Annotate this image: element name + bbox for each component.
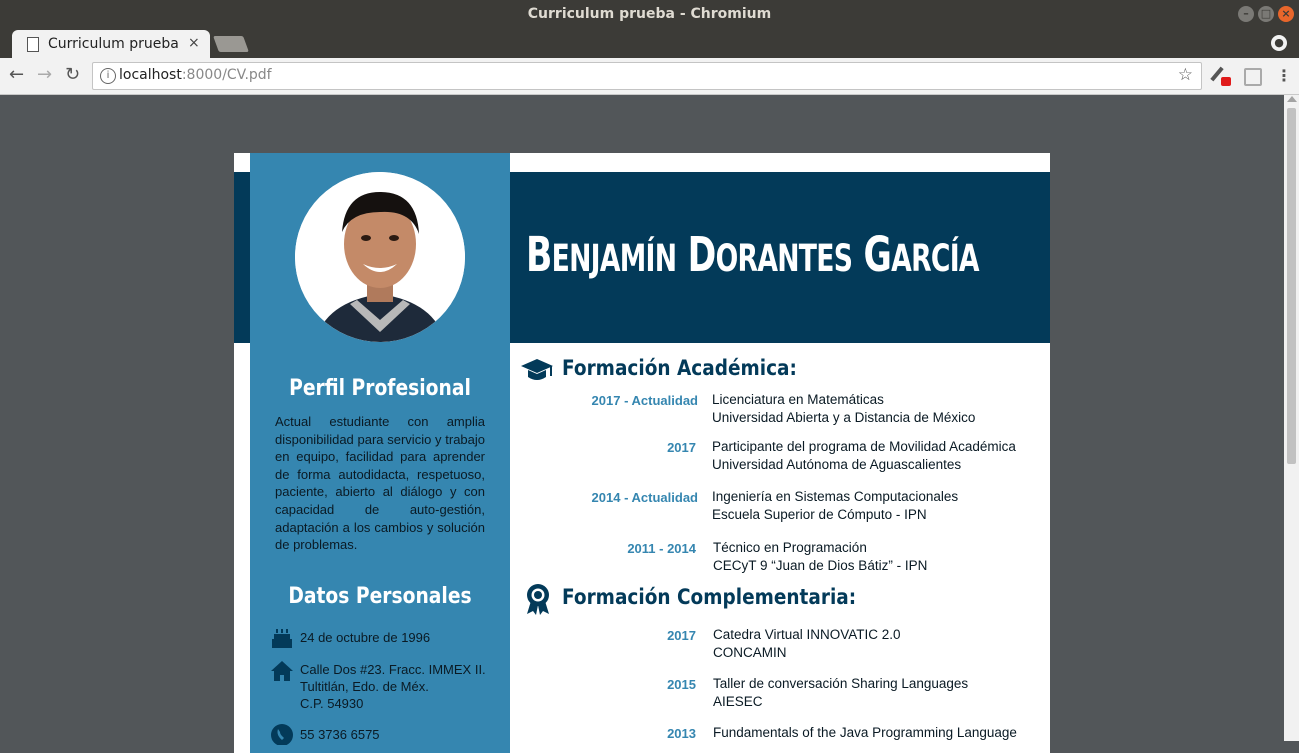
cv-name: BENJAMÍN DORANTES GARCÍA [526,227,980,283]
complementaria-date-1: 2017 [667,628,696,643]
new-tab-button[interactable] [213,36,249,52]
url-text[interactable]: localhost:8000/CV.pdf [119,67,272,83]
close-window-button[interactable]: × [1278,6,1294,22]
window-titlebar: Curriculum prueba - Chromium – □ × [0,0,1299,28]
profile-photo [295,172,465,342]
minimize-button[interactable]: – [1238,6,1254,22]
phone-text: 55 3736 6575 [300,727,380,742]
tab-strip: Curriculum prueba × [0,28,1299,58]
maximize-button[interactable]: □ [1258,6,1274,22]
award-ribbon-icon [527,584,549,615]
window-title: Curriculum prueba - Chromium [527,6,772,22]
address-line-2: Tultitlán, Edo. de Méx. [300,679,429,694]
document-icon [27,37,39,52]
complementaria-entry-3: Fundamentals of the Java Programming Lan… [713,725,1017,740]
complementaria-entry-2: Taller de conversación Sharing Languages… [713,676,969,709]
forward-button[interactable]: → [37,64,52,85]
profile-icon[interactable]: ● [1271,35,1287,51]
perfil-text: Actual estudiante con amplia disponibili… [275,414,485,553]
close-icon: × [1281,7,1291,20]
extension-copy-icon[interactable] [1244,68,1262,86]
url-host: localhost [119,67,182,83]
academica-date-4: 2011 - 2014 [627,541,696,556]
cake-icon [272,629,292,648]
birthday-row: 24 de octubre de 1996 [270,627,500,649]
academica-heading: Formación Académica: [562,356,797,380]
academica-entry-2: Participante del programa de Movilidad A… [712,439,1016,472]
address-line-3: C.P. 54930 [300,696,364,711]
scrollbar-thumb[interactable] [1287,108,1296,464]
info-icon[interactable]: i [100,68,116,84]
academica-entry-3: Ingeniería en Sistemas Computacionales Es… [712,489,959,522]
birthday-text: 24 de octubre de 1996 [300,630,431,645]
graduation-cap-icon [521,359,553,380]
complementaria-date-3: 2013 [667,726,696,741]
address-line-1: Calle Dos #23. Fracc. IMMEX II. [300,662,486,677]
browser-menu-button[interactable]: ⋮ [1276,66,1292,85]
maximize-icon: □ [1260,7,1272,20]
pdf-page: Perfil Profesional Actual estudiante con… [234,153,1050,753]
bookmark-star-icon[interactable]: ☆ [1178,65,1193,85]
minimize-icon: – [1243,7,1249,20]
cv-sidebar: Perfil Profesional Actual estudiante con… [250,153,510,753]
address-bar[interactable]: i localhost:8000/CV.pdf ☆ [92,62,1202,90]
academica-entry-1: Licenciatura en Matemáticas Universidad A… [712,392,976,425]
academica-date-1: 2017 - Actualidad [591,393,698,408]
address-row: Calle Dos #23. Fracc. IMMEX II. Tultitlá… [270,660,500,712]
tab-close-icon[interactable]: × [188,35,200,51]
url-path: :8000/CV.pdf [181,67,272,83]
scroll-up-arrow-icon[interactable] [1287,96,1297,102]
academica-date-2: 2017 [667,440,696,455]
phone-row: 55 3736 6575 [270,723,500,745]
tab-curriculum[interactable]: Curriculum prueba × [12,30,210,58]
complementaria-heading: Formación Complementaria: [562,585,857,609]
datos-heading: Datos Personales [288,584,472,609]
tab-label: Curriculum prueba [48,36,179,52]
phone-icon [271,724,293,745]
complementaria-date-2: 2015 [667,677,696,692]
academica-date-3: 2014 - Actualidad [591,490,698,505]
perfil-heading: Perfil Profesional [289,376,471,401]
back-button[interactable]: ← [9,64,24,85]
home-icon [271,661,293,681]
reload-button[interactable]: ↻ [65,64,80,85]
complementaria-entry-1: Catedra Virtual INNOVATIC 2.0 CONCAMIN [713,627,901,660]
academica-entry-4: Técnico en Programación CECyT 9 “Juan de … [713,540,928,573]
extension-pen-icon[interactable] [1210,66,1231,86]
browser-toolbar: ← → ↻ i localhost:8000/CV.pdf ☆ ⋮ [0,58,1299,95]
